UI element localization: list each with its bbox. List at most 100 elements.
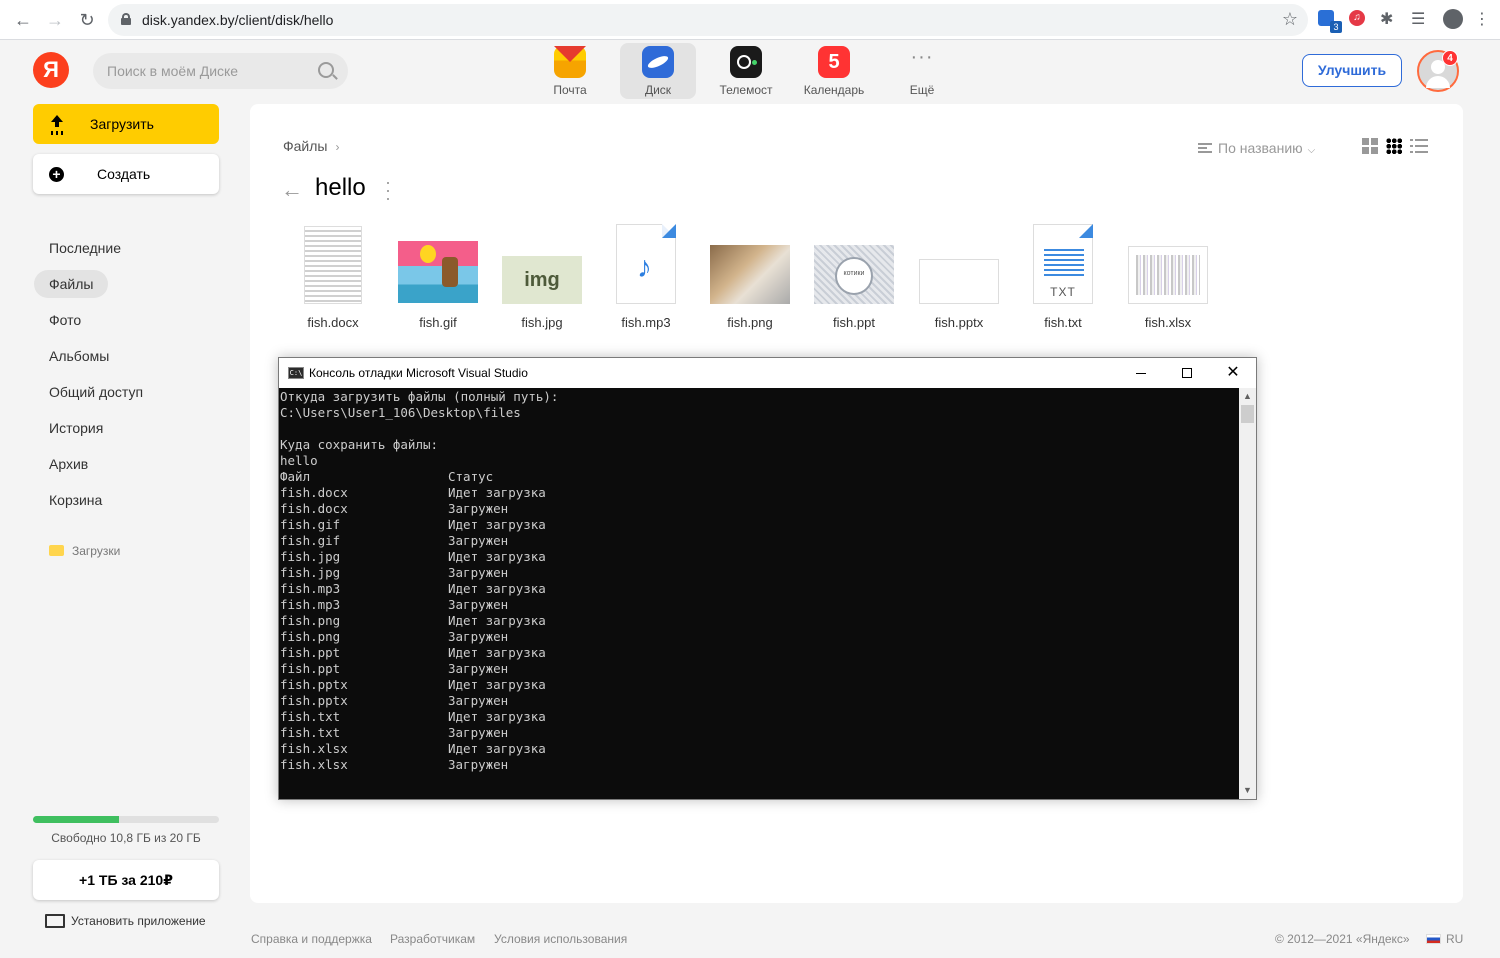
console-scrollbar[interactable]: ▲ ▼ — [1239, 388, 1256, 799]
console-titlebar[interactable]: C:\ Консоль отладки Microsoft Visual Stu… — [279, 358, 1256, 388]
console-table-row: fish.mp3 Загружен — [280, 597, 1239, 613]
scroll-down-arrow-icon[interactable]: ▼ — [1239, 782, 1256, 799]
reload-icon[interactable]: ↻ — [76, 9, 98, 31]
breadcrumb-item[interactable]: Файлы — [283, 138, 327, 154]
ppt-thumbnail — [814, 245, 894, 304]
calendar-icon: 5 — [818, 46, 850, 78]
page-title: hello — [315, 174, 366, 201]
media-queue-icon[interactable]: ☰ — [1411, 9, 1433, 31]
upload-icon — [50, 115, 64, 131]
app-label: Почта — [553, 83, 587, 97]
maximize-button[interactable] — [1164, 358, 1210, 388]
language-switcher[interactable]: RU — [1426, 932, 1463, 946]
app-label: Телемост — [719, 83, 773, 97]
address-bar[interactable]: disk.yandex.by/client/disk/hello ☆ — [108, 4, 1308, 36]
file-tile-xlsx[interactable]: fish.xlsx — [1116, 224, 1220, 334]
console-table-row: fish.xlsx Загружен — [280, 757, 1239, 773]
small-tiles-view-icon[interactable] — [1386, 138, 1402, 154]
sidebar-item-history[interactable]: История — [34, 414, 118, 442]
gif-thumbnail — [398, 241, 478, 303]
search-icon[interactable] — [318, 62, 334, 78]
create-button[interactable]: + Создать — [33, 154, 219, 194]
large-tiles-view-icon[interactable] — [1362, 138, 1378, 154]
pptx-thumbnail — [919, 259, 999, 304]
app-mail[interactable]: Почта — [532, 43, 608, 99]
app-disk[interactable]: Диск — [620, 43, 696, 99]
console-line: Откуда загрузить файлы (полный путь): — [280, 389, 559, 404]
console-output[interactable]: Откуда загрузить файлы (полный путь): C:\… — [279, 388, 1239, 799]
app-telemost[interactable]: Телемост — [708, 43, 784, 99]
text-file-icon: TXT — [1033, 224, 1093, 304]
extensions-puzzle-icon[interactable]: ✱ — [1380, 9, 1402, 31]
more-icon: ··· — [910, 46, 934, 68]
file-tile-docx[interactable]: fish.docx — [281, 224, 385, 334]
chevron-down-icon: ⌵ — [1307, 145, 1316, 156]
install-app-link[interactable]: Установить приложение — [45, 914, 206, 928]
console-status-cell: Загружен — [448, 757, 509, 772]
file-tile-gif[interactable]: fish.gif — [386, 224, 490, 334]
translate-extension-icon[interactable]: 3 — [1318, 9, 1342, 33]
console-table-row: fish.png Загружен — [280, 629, 1239, 645]
file-tile-mp3[interactable]: ♪ fish.mp3 — [594, 224, 698, 334]
console-file-cell: fish.pptx — [280, 693, 348, 708]
buy-storage-button[interactable]: +1 ТБ за 210₽ — [33, 860, 219, 900]
minimize-button[interactable] — [1118, 358, 1164, 388]
file-tile-jpg[interactable]: img fish.jpg — [490, 224, 594, 334]
close-button[interactable]: ✕ — [1210, 358, 1256, 388]
lock-icon — [121, 13, 131, 25]
scrollbar-thumb[interactable] — [1241, 405, 1254, 423]
console-file-cell: fish.pptx — [280, 677, 348, 692]
file-tile-txt[interactable]: TXT fish.txt — [1011, 224, 1115, 334]
back-arrow-icon[interactable]: ← — [281, 177, 303, 203]
console-status-cell: Загружен — [448, 501, 509, 516]
sidebar-item-archive[interactable]: Архив — [34, 450, 103, 478]
sort-icon — [1198, 143, 1212, 153]
console-line: C:\Users\User1_106\Desktop\files — [280, 405, 521, 420]
docx-thumbnail — [304, 226, 362, 304]
scroll-up-arrow-icon[interactable]: ▲ — [1239, 388, 1256, 405]
forward-icon[interactable]: → — [44, 9, 66, 31]
console-status-cell: Загружен — [448, 565, 509, 580]
console-status-cell: Идет загрузка — [448, 613, 546, 628]
yandex-logo[interactable]: Я — [33, 52, 69, 88]
back-icon[interactable]: ← — [12, 9, 34, 31]
copyright: © 2012—2021 «Яндекс» — [1275, 932, 1410, 946]
sidebar-item-trash[interactable]: Корзина — [34, 486, 117, 514]
sort-dropdown[interactable]: По названию ⌵ — [1198, 140, 1315, 156]
file-tile-ppt[interactable]: fish.ppt — [802, 224, 906, 334]
sidebar-folder-downloads[interactable]: Загрузки — [49, 544, 120, 558]
console-table-row: fish.txt Идет загрузка — [280, 709, 1239, 725]
sidebar-item-albums[interactable]: Альбомы — [34, 342, 124, 370]
console-table-row: fish.gif Загружен — [280, 533, 1239, 549]
console-status-cell: Идет загрузка — [448, 645, 546, 660]
app-calendar[interactable]: 5 Календарь — [796, 43, 872, 99]
console-file-cell: fish.docx — [280, 501, 348, 516]
list-view-icon[interactable] — [1410, 139, 1428, 153]
menu-kebab-icon[interactable]: ⋮ — [1474, 9, 1496, 31]
file-tile-pptx[interactable]: fish.pptx — [907, 224, 1011, 334]
upgrade-button[interactable]: Улучшить — [1302, 54, 1402, 87]
sidebar-item-photo[interactable]: Фото — [34, 306, 96, 334]
footer-help-link[interactable]: Справка и поддержка — [251, 932, 372, 946]
file-tile-png[interactable]: fish.png — [698, 224, 802, 334]
folder-actions-icon[interactable]: · · · — [384, 173, 392, 207]
upload-button[interactable]: Загрузить — [33, 104, 219, 144]
bookmark-star-icon[interactable]: ☆ — [1282, 9, 1298, 30]
music-extension-icon[interactable]: ♫ — [1349, 9, 1371, 31]
sidebar-item-files[interactable]: Файлы — [34, 270, 109, 298]
file-name: fish.docx — [307, 315, 359, 330]
sidebar-item-recent[interactable]: Последние — [34, 234, 136, 262]
console-file-cell: fish.jpg — [280, 549, 341, 564]
console-file-cell: fish.docx — [280, 485, 348, 500]
console-window[interactable]: C:\ Консоль отладки Microsoft Visual Stu… — [278, 357, 1257, 800]
footer-developers-link[interactable]: Разработчикам — [390, 932, 475, 946]
breadcrumb[interactable]: Файлы › — [283, 138, 339, 154]
search-input[interactable]: Поиск в моём Диске — [93, 53, 348, 89]
png-thumbnail — [710, 245, 790, 304]
music-note-icon: ♪ — [637, 251, 652, 284]
profile-icon[interactable] — [1443, 9, 1465, 31]
sidebar-item-shared[interactable]: Общий доступ — [34, 378, 158, 406]
footer-terms-link[interactable]: Условия использования — [494, 932, 627, 946]
app-more[interactable]: ··· Ещё — [884, 43, 960, 99]
